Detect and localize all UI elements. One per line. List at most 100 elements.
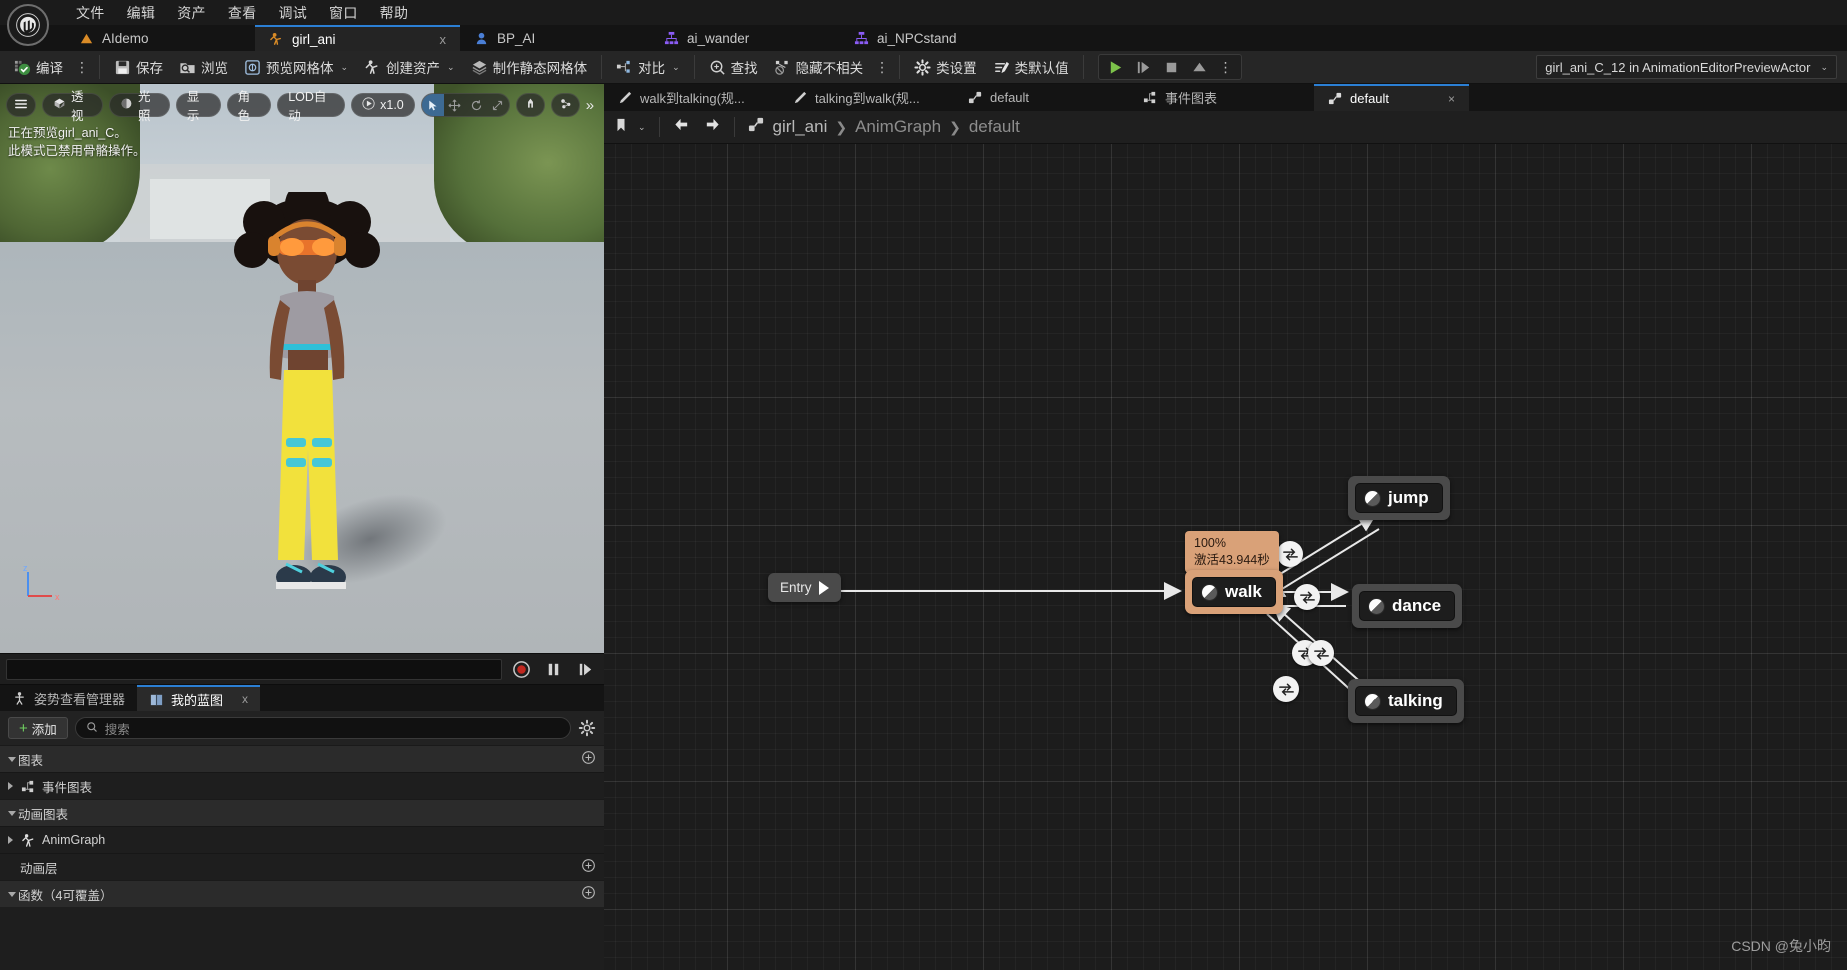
- make-static-mesh-button[interactable]: 制作静态网格体: [463, 54, 596, 80]
- chevron-down-icon[interactable]: ⌄: [447, 62, 455, 73]
- state-node-jump[interactable]: jump: [1348, 476, 1450, 520]
- stop-icon[interactable]: [1159, 56, 1185, 78]
- viewport-message-line1: 正在预览girl_ani_C。: [8, 126, 127, 140]
- state-machine-canvas[interactable]: Entry 100% 激活43.944秒 jump walk dance tal…: [604, 144, 1847, 970]
- add-button[interactable]: + 添加: [8, 717, 68, 739]
- viewport-lod[interactable]: LOD自动: [277, 90, 346, 123]
- camera-speed-button[interactable]: [550, 93, 580, 117]
- entry-output-pin[interactable]: [818, 580, 829, 595]
- diff-button[interactable]: 对比 ⌄: [608, 54, 688, 80]
- chevron-right-icon[interactable]: [8, 836, 13, 844]
- timeline-scrubber[interactable]: [6, 658, 502, 680]
- eject-icon[interactable]: [1187, 56, 1213, 78]
- close-icon[interactable]: x: [440, 32, 447, 47]
- debug-actor-combo[interactable]: girl_ani_C_12 in AnimationEditorPreviewA…: [1536, 55, 1837, 79]
- add-function-icon[interactable]: [581, 885, 596, 903]
- bookmark-icon[interactable]: [614, 118, 628, 137]
- state-node-walk[interactable]: walk: [1185, 570, 1283, 614]
- gizmo-scale[interactable]: [487, 94, 509, 116]
- state-node-dance[interactable]: dance: [1352, 584, 1463, 628]
- menu-debug[interactable]: 调试: [267, 1, 318, 25]
- asset-tab-aidemo[interactable]: AIdemo: [65, 25, 255, 51]
- pause-icon[interactable]: [540, 657, 566, 681]
- unreal-engine-logo-icon[interactable]: [7, 4, 49, 46]
- browse-button[interactable]: 浏览: [171, 54, 236, 80]
- graph-tab-walk-to-talking[interactable]: walk到talking(规...: [604, 84, 779, 111]
- transition-icon-walk-dance-2[interactable]: [1308, 640, 1334, 666]
- preview-viewport[interactable]: 透视 光照 显示 角色 LOD自动 x1.0 » 正在预览girl_ani_C。…: [0, 84, 604, 653]
- record-icon[interactable]: [508, 657, 534, 681]
- arrow-right-icon[interactable]: [704, 116, 721, 138]
- save-button[interactable]: 保存: [106, 54, 171, 80]
- play-overflow-button[interactable]: ⋮: [1215, 60, 1237, 74]
- tree-row-animgraph[interactable]: AnimGraph: [0, 826, 604, 853]
- gizmo-rotate[interactable]: [465, 94, 487, 116]
- svg-text:x: x: [55, 592, 60, 602]
- chevron-down-icon[interactable]: ⌄: [672, 62, 680, 73]
- add-animation-layer-icon[interactable]: [581, 858, 596, 876]
- hide-unrelated-button[interactable]: 隐藏不相关: [766, 54, 872, 80]
- add-graph-icon[interactable]: [581, 750, 596, 768]
- tab-my-blueprint[interactable]: 我的蓝图 x: [137, 685, 261, 711]
- search-input[interactable]: 搜索: [74, 717, 571, 739]
- chevron-double-right-icon[interactable]: »: [586, 97, 598, 114]
- section-graphs[interactable]: 图表: [0, 745, 604, 772]
- asset-tab-bp-ai[interactable]: BP_AI: [460, 25, 650, 51]
- class-defaults-button[interactable]: 类默认值: [985, 54, 1077, 80]
- viewport-character[interactable]: 角色: [226, 90, 272, 123]
- viewport-menu-button[interactable]: [6, 93, 36, 117]
- graph-tab-default-1[interactable]: default: [954, 84, 1129, 111]
- breadcrumb-item-default[interactable]: default: [969, 117, 1020, 137]
- close-icon[interactable]: ×: [1434, 92, 1455, 106]
- compile-overflow-button[interactable]: ⋮: [71, 60, 93, 74]
- asset-tab-ai-npcstand[interactable]: ai_NPCstand: [840, 25, 1030, 51]
- transition-icon-walk-jump-2[interactable]: [1294, 584, 1320, 610]
- snap-button[interactable]: [515, 93, 545, 117]
- save-icon: [114, 59, 131, 76]
- gear-icon[interactable]: [578, 719, 596, 737]
- hide-unrelated-overflow-button[interactable]: ⋮: [871, 60, 893, 74]
- play-icon[interactable]: [1103, 56, 1129, 78]
- entry-node[interactable]: Entry: [768, 573, 841, 602]
- create-asset-button[interactable]: 创建资产 ⌄: [356, 54, 463, 80]
- menu-file[interactable]: 文件: [65, 1, 116, 25]
- menu-window[interactable]: 窗口: [318, 1, 369, 25]
- graph-tab-default-2[interactable]: default ×: [1314, 84, 1469, 111]
- menu-edit[interactable]: 编辑: [116, 1, 167, 25]
- menu-asset[interactable]: 资产: [166, 1, 217, 25]
- preview-mesh-button[interactable]: 预览网格体 ⌄: [236, 54, 356, 80]
- graph-tab-talking-to-walk[interactable]: talking到walk(规...: [779, 84, 954, 111]
- chevron-right-icon[interactable]: [8, 782, 13, 790]
- step-forward-icon[interactable]: [1131, 56, 1157, 78]
- close-icon[interactable]: x: [242, 692, 248, 706]
- gizmo-select[interactable]: [421, 94, 444, 116]
- breadcrumb-item-girl-ani[interactable]: girl_ani: [773, 117, 828, 137]
- compile-button[interactable]: 编译: [6, 54, 71, 80]
- menu-view[interactable]: 查看: [217, 1, 268, 25]
- section-animation-graphs[interactable]: 动画图表: [0, 799, 604, 826]
- tree-row-event-graph[interactable]: 事件图表: [0, 772, 604, 799]
- find-button[interactable]: 查找: [701, 54, 766, 80]
- menu-help[interactable]: 帮助: [369, 1, 420, 25]
- class-settings-button[interactable]: 类设置: [906, 54, 985, 80]
- asset-tab-ai-wander[interactable]: ai_wander: [650, 25, 840, 51]
- gizmo-translate[interactable]: [444, 94, 466, 116]
- viewport-playspeed[interactable]: x1.0: [351, 93, 415, 117]
- section-functions[interactable]: 函数（4可覆盖）: [0, 880, 604, 907]
- asset-tab-girl-ani[interactable]: girl_ani x: [255, 25, 460, 51]
- viewport-show[interactable]: 显示: [175, 90, 221, 123]
- transition-icon-walk-jump[interactable]: [1277, 541, 1303, 567]
- transition-icon-walk-talking[interactable]: [1273, 676, 1299, 702]
- tree-row-animation-layers[interactable]: 动画层: [0, 853, 604, 880]
- asset-tab-bar: AIdemo girl_ani x BP_AI ai_wander ai_NPC…: [0, 25, 1847, 51]
- graph-tab-event-graph[interactable]: 事件图表: [1129, 84, 1314, 111]
- state-node-talking[interactable]: talking: [1348, 679, 1464, 723]
- tab-pose-watch-manager[interactable]: 姿势查看管理器: [0, 685, 137, 711]
- viewport-perspective[interactable]: 透视: [42, 90, 103, 123]
- viewport-lighting[interactable]: 光照: [108, 90, 170, 123]
- arrow-left-icon[interactable]: [673, 116, 690, 138]
- step-forward-icon[interactable]: [572, 657, 598, 681]
- breadcrumb-item-animgraph[interactable]: AnimGraph: [855, 117, 941, 137]
- chevron-down-icon[interactable]: ⌄: [638, 122, 646, 133]
- chevron-down-icon[interactable]: ⌄: [341, 62, 349, 73]
